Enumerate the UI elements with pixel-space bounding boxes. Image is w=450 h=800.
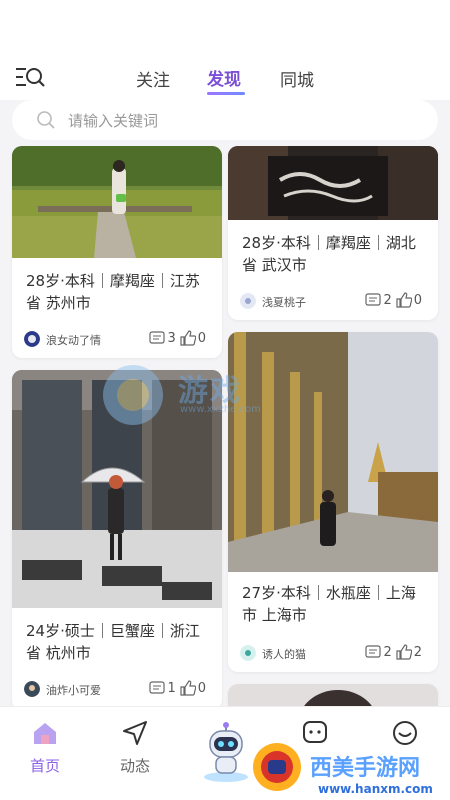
watermark-url: www.hanxm.com — [318, 782, 433, 796]
tabbar-item-moments[interactable]: 动态 — [100, 719, 170, 776]
feed-card[interactable]: 28岁·本科｜摩羯座｜湖北省 武汉市 浅夏桃子 20 — [228, 146, 438, 320]
tabbar-label: 首页 — [29, 757, 60, 775]
like-count: 0 — [197, 330, 206, 346]
watermark-text: 西美手游网 — [310, 756, 421, 781]
like-icon[interactable] — [396, 292, 412, 308]
feed-tabs: 关注 发现 同城 — [0, 58, 450, 100]
card-photo — [228, 146, 438, 220]
like-icon[interactable] — [180, 680, 196, 696]
username[interactable]: 浅夏桃子 — [262, 294, 306, 310]
card-stats: 20 — [365, 292, 426, 312]
username[interactable]: 浪女动了情 — [46, 332, 101, 348]
comment-count: 2 — [383, 644, 392, 660]
top-navigation: 关注 发现 同城 — [0, 58, 450, 100]
username[interactable]: 诱人的猫 — [262, 646, 306, 662]
corner-watermark: 西美手游网 www.hanxm.com — [250, 740, 450, 800]
card-description: 28岁·本科｜摩羯座｜江苏省 苏州市 — [26, 272, 200, 312]
comment-icon[interactable] — [365, 645, 382, 659]
like-count: 0 — [413, 292, 422, 308]
avatar — [240, 293, 256, 309]
watermark-logo-icon — [253, 743, 301, 791]
tab-nearby[interactable]: 同城 — [280, 66, 314, 91]
card-meta: 浪女动了情 30 — [24, 330, 210, 350]
center-watermark: 游戏 www.xxzhe.com — [98, 360, 358, 430]
robot-icon — [204, 722, 248, 782]
send-icon — [123, 721, 147, 745]
tab-discover[interactable]: 发现 — [207, 65, 241, 90]
status-bar — [0, 0, 450, 58]
watermark-url: www.xxzhe.com — [180, 404, 261, 415]
tabbar-item-home[interactable]: 首页 — [10, 719, 80, 776]
home-icon — [34, 723, 56, 744]
card-description: 28岁·本科｜摩羯座｜湖北省 武汉市 — [242, 234, 416, 274]
search-icon — [37, 111, 55, 129]
like-count: 2 — [413, 644, 422, 660]
comment-count: 1 — [167, 680, 176, 696]
active-tab-indicator — [207, 92, 245, 95]
search-input[interactable]: 请输入关键词 — [12, 100, 438, 140]
like-icon[interactable] — [180, 330, 196, 346]
card-description: 24岁·硕士｜巨蟹座｜浙江省 杭州市 — [26, 622, 200, 662]
watermark-logo-icon — [103, 365, 163, 425]
card-photo — [228, 684, 438, 706]
like-count: 0 — [197, 680, 206, 696]
card-stats: 10 — [149, 680, 210, 700]
like-icon[interactable] — [396, 644, 412, 660]
comment-icon[interactable] — [149, 681, 166, 695]
comment-icon[interactable] — [149, 331, 166, 345]
feed-card[interactable]: 28岁·本科｜摩羯座｜江苏省 苏州市 浪女动了情 30 — [12, 146, 222, 358]
avatar — [24, 681, 40, 697]
avatar — [240, 645, 256, 661]
username[interactable]: 油炸小可爱 — [46, 682, 101, 698]
card-photo — [12, 146, 222, 258]
card-stats: 22 — [365, 644, 426, 664]
card-meta: 浅夏桃子 20 — [240, 292, 426, 312]
feed-card[interactable] — [228, 684, 438, 706]
card-stats: 30 — [149, 330, 210, 350]
card-meta: 油炸小可爱 10 — [24, 680, 210, 700]
comment-count: 3 — [167, 330, 176, 346]
tabbar-label: 动态 — [119, 757, 150, 775]
card-description: 27岁·本科｜水瓶座｜上海市 上海市 — [242, 584, 416, 624]
avatar — [24, 331, 40, 347]
search-placeholder: 请输入关键词 — [68, 112, 159, 130]
comment-count: 2 — [383, 292, 392, 308]
card-meta: 诱人的猫 22 — [240, 644, 426, 664]
comment-icon[interactable] — [365, 293, 382, 307]
tab-follow[interactable]: 关注 — [136, 66, 170, 91]
